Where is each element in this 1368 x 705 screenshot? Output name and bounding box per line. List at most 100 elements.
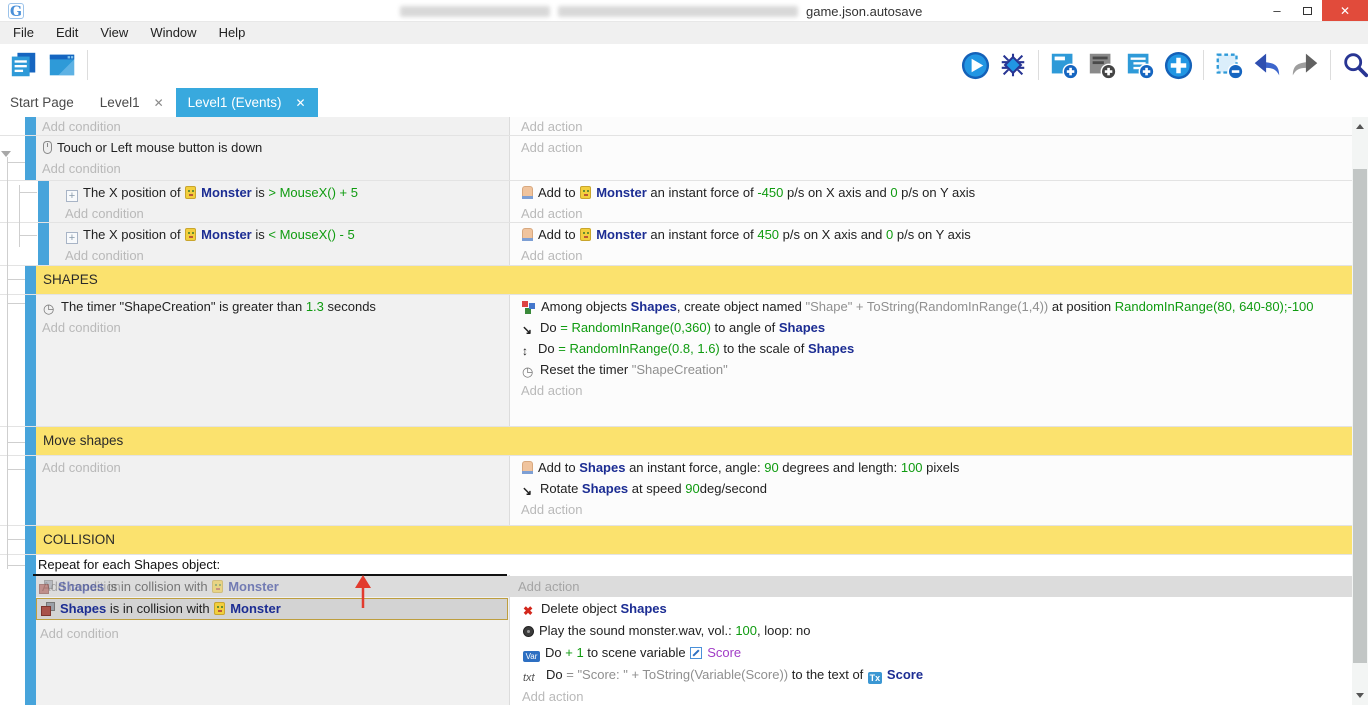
- comment-text[interactable]: COLLISION: [36, 526, 1352, 554]
- event-selection-bar[interactable]: [25, 266, 36, 294]
- remove-event-icon[interactable]: [1213, 49, 1245, 81]
- hand-icon: [522, 461, 533, 474]
- event-selection-bar[interactable]: [38, 181, 49, 222]
- add-subevent-icon[interactable]: [1124, 49, 1156, 81]
- text-segment: Delete object: [541, 601, 621, 616]
- add-condition-placeholder[interactable]: Add condition: [38, 158, 509, 179]
- add-action-placeholder[interactable]: Add action: [517, 499, 1352, 520]
- condition-line[interactable]: The timer "ShapeCreation" is greater tha…: [38, 296, 509, 317]
- action-line[interactable]: Rotate Shapes at speed 90deg/second: [517, 478, 1352, 499]
- events-sheet: Add condition Add action Touch or Left m…: [0, 117, 1352, 705]
- text-segment: Add to: [538, 460, 579, 475]
- event-selection-bar[interactable]: [25, 295, 36, 426]
- window-controls: – ✕: [1262, 0, 1368, 21]
- action-line[interactable]: Add to Monster an instant force of 450 p…: [517, 224, 1352, 245]
- add-condition-placeholder[interactable]: Add condition: [61, 245, 509, 266]
- foreach-header[interactable]: Repeat for each Shapes object:: [38, 555, 220, 575]
- menu-file[interactable]: File: [2, 22, 45, 44]
- add-action-placeholder[interactable]: Add action: [517, 203, 1352, 224]
- condition-line[interactable]: The X position of Monster is < MouseX() …: [61, 224, 509, 245]
- text-segment: , create object named: [677, 299, 806, 314]
- comment-text[interactable]: SHAPES: [36, 266, 1352, 294]
- event-selection-bar[interactable]: [25, 136, 36, 180]
- debug-icon[interactable]: [997, 49, 1029, 81]
- tab-close-icon[interactable]: ✕: [154, 96, 164, 110]
- menu-help[interactable]: Help: [208, 22, 257, 44]
- menu-window[interactable]: Window: [139, 22, 207, 44]
- tab-close-icon[interactable]: ✕: [295, 96, 305, 110]
- sound-icon: [523, 626, 534, 637]
- event-selection-bar[interactable]: [25, 456, 36, 525]
- action-line[interactable]: Delete object Shapes: [518, 598, 1352, 620]
- scrollbar-thumb[interactable]: [1353, 169, 1367, 663]
- event-selection-bar[interactable]: [25, 427, 36, 455]
- event-selection-bar[interactable]: [38, 223, 49, 265]
- comment-text[interactable]: Move shapes: [36, 427, 1352, 455]
- add-action-placeholder[interactable]: Add action: [518, 686, 1352, 705]
- undo-icon[interactable]: [1251, 49, 1283, 81]
- event-gutter: [0, 117, 25, 135]
- actions-cell: Among objects Shapes, create object name…: [510, 295, 1352, 426]
- add-condition-placeholder[interactable]: Add condition: [38, 118, 509, 136]
- action-line[interactable]: Do + 1 to scene variable Score: [518, 642, 1352, 664]
- scroll-down-icon[interactable]: [1356, 693, 1364, 698]
- maximize-button[interactable]: [1292, 0, 1322, 21]
- toolbar-separator: [1038, 50, 1039, 80]
- condition-line[interactable]: Touch or Left mouse button is down: [38, 137, 509, 158]
- tab-start-page[interactable]: Start Page: [0, 88, 88, 117]
- action-line[interactable]: Add to Shapes an instant force, angle: 9…: [517, 457, 1352, 478]
- add-action-placeholder[interactable]: Add action: [518, 576, 579, 597]
- tree-expander-icon[interactable]: [1, 151, 11, 157]
- add-condition-placeholder[interactable]: Add condition: [38, 317, 509, 338]
- text-segment: to angle of: [711, 320, 779, 335]
- drag-cursor-arrow: [352, 574, 376, 610]
- menu-edit[interactable]: Edit: [45, 22, 89, 44]
- event-selection-bar[interactable]: [25, 117, 36, 135]
- action-line[interactable]: Play the sound monster.wav, vol.: 100, l…: [518, 620, 1352, 642]
- add-other-event-icon[interactable]: [1162, 49, 1194, 81]
- vertical-scrollbar[interactable]: [1352, 117, 1368, 705]
- hand-icon: [522, 228, 533, 241]
- action-line[interactable]: Do = "Score: " + ToString(Variable(Score…: [518, 664, 1352, 686]
- text-segment: Monster: [228, 579, 279, 594]
- add-event-icon[interactable]: [1048, 49, 1080, 81]
- minimize-button[interactable]: –: [1262, 0, 1292, 21]
- action-line[interactable]: Reset the timer "ShapeCreation": [517, 359, 1352, 380]
- tree-line: [19, 192, 37, 193]
- project-manager-icon[interactable]: [8, 49, 40, 81]
- event-selection-bar[interactable]: [25, 555, 36, 705]
- actions-cell: Delete object Shapes Play the sound mons…: [518, 598, 1352, 705]
- text-segment: 100: [901, 460, 923, 475]
- tree-line: [8, 279, 25, 280]
- mouse-icon: [43, 141, 52, 154]
- action-line[interactable]: Do = RandomInRange(0.8, 1.6) to the scal…: [517, 338, 1352, 359]
- tab-level1[interactable]: Level1 ✕: [88, 88, 176, 117]
- text-segment: = RandomInRange(0,360): [560, 320, 711, 335]
- add-action-placeholder[interactable]: Add action: [517, 137, 1352, 158]
- tab-level1-events[interactable]: Level1 (Events) ✕: [176, 88, 318, 117]
- add-condition-placeholder[interactable]: Add condition: [38, 457, 509, 478]
- text-segment: p/s on X axis and: [783, 185, 890, 200]
- conditions-cell: Add condition: [36, 117, 510, 135]
- action-line[interactable]: Among objects Shapes, create object name…: [517, 296, 1352, 317]
- redo-icon[interactable]: [1289, 49, 1321, 81]
- add-action-placeholder[interactable]: Add action: [517, 380, 1352, 401]
- add-condition-placeholder[interactable]: Add condition: [61, 203, 509, 224]
- selected-collision-condition[interactable]: Shapes is in collision with Monster: [36, 598, 508, 620]
- scroll-up-icon[interactable]: [1356, 124, 1364, 129]
- event-selection-bar[interactable]: [25, 526, 36, 554]
- action-line[interactable]: Do = RandomInRange(0,360) to angle of Sh…: [517, 317, 1352, 338]
- text-segment: degrees and length:: [779, 460, 901, 475]
- preview-play-icon[interactable]: [959, 49, 991, 81]
- search-icon[interactable]: [1340, 49, 1368, 81]
- add-condition-placeholder[interactable]: Add condition: [40, 623, 119, 644]
- scene-editor-icon[interactable]: [46, 49, 78, 81]
- condition-line[interactable]: The X position of Monster is > MouseX() …: [61, 182, 509, 203]
- text-segment: Rotate: [540, 481, 582, 496]
- action-line[interactable]: Add to Monster an instant force of -450 …: [517, 182, 1352, 203]
- close-button[interactable]: ✕: [1322, 0, 1368, 21]
- add-action-placeholder[interactable]: Add action: [517, 118, 1352, 136]
- add-action-placeholder[interactable]: Add action: [517, 245, 1352, 266]
- add-comment-icon[interactable]: [1086, 49, 1118, 81]
- menu-view[interactable]: View: [89, 22, 139, 44]
